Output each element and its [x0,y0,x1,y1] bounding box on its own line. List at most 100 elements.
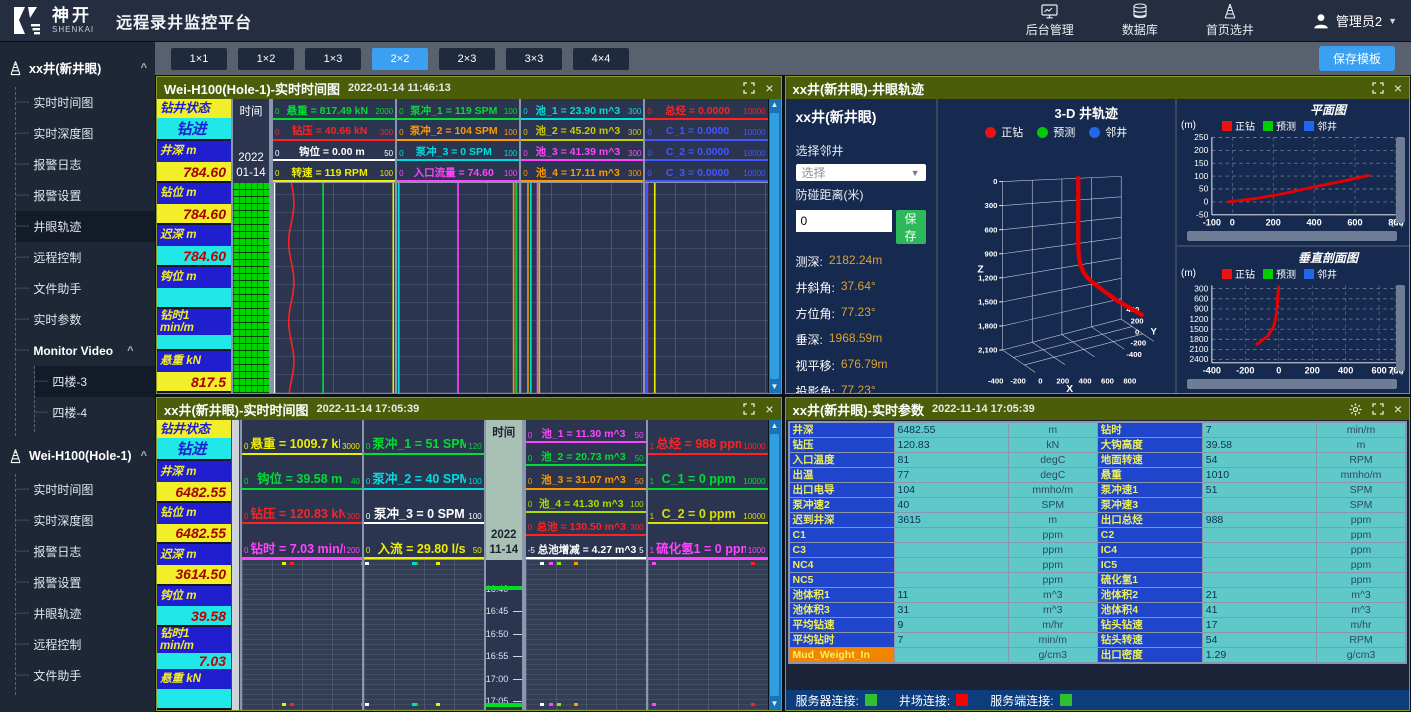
layout-button-1×1[interactable]: 1×1 [171,48,227,70]
expand-icon[interactable] [1372,403,1384,415]
scroll-up-icon[interactable]: ▲ [771,99,779,111]
bl-side-strip[interactable] [231,420,240,710]
svg-text:600: 600 [1194,294,1209,304]
param-unit-cell: ppm [1317,513,1405,527]
curve-name-value: 池_3 = 31.07 m^3 [534,474,633,486]
scroll-down-icon[interactable]: ▼ [771,698,779,710]
scroll-down-icon[interactable]: ▼ [771,381,779,393]
plan-horizontal-scrollbar[interactable] [1187,231,1397,241]
user-menu[interactable]: 管理员2 ▼ [1312,11,1397,30]
sidebar-item[interactable]: ----实时时间图 [16,87,155,118]
param-unit-cell: ppm [1317,543,1405,557]
sidebar-item[interactable]: ----四楼-3 [35,366,155,397]
param-value: 钻进 [157,118,231,139]
track-chart-area [397,183,519,393]
sidebar-item[interactable]: ----文件助手 [16,660,155,691]
save-button[interactable]: 保存 [896,210,926,244]
curve-name-value: 入口流量 = 74.60 [406,167,502,179]
legend-label: 正钻 [1235,266,1255,281]
layout-button-1×2[interactable]: 1×2 [238,48,294,70]
sidebar-item[interactable]: ----文件助手 [16,273,155,304]
layout-button-2×2[interactable]: 2×2 [372,48,428,70]
svg-text:600: 600 [984,225,997,234]
expand-icon[interactable] [743,82,755,94]
close-icon[interactable]: × [765,402,773,416]
param-name-cell: 出温 [790,468,894,482]
sidebar-item[interactable]: ----井眼轨迹 [16,211,155,242]
well-header[interactable]: xx井(新井眼)^ [0,46,155,87]
sidebar-item[interactable]: ----报警日志 [16,536,155,567]
chart-track: 0悬重 = 1009.7 kN30000钩位 = 39.58 m400钻压 = … [240,420,362,710]
scroll-up-icon[interactable]: ▲ [771,420,779,432]
nav-item-home-wells[interactable]: 首页选井 [1206,3,1254,38]
curve-name-value: 泵冲_3 = 0 SPM [372,507,466,521]
lag-marker [486,703,522,707]
sidebar-item[interactable]: ----远程控制 [16,242,155,273]
sidebar-item[interactable]: ----实时时间图 [16,474,155,505]
sidebar-item[interactable]: ----井眼轨迹 [16,598,155,629]
track-curve-labels: 0池_1 = 23.90 m^33000池_2 = 45.20 m^33000池… [521,99,643,183]
curve-max: 50 [635,431,644,441]
well-header[interactable]: Wei-H100(Hole-1)^ [0,436,155,474]
data-dot [549,703,553,706]
connection-label: 服务器连接: [796,692,859,709]
layout-button-3×3[interactable]: 3×3 [506,48,562,70]
curve-min: 1 [650,442,654,452]
curve-min: 0 [528,477,532,487]
svg-text:X: X [1066,384,1073,393]
layout-button-4×4[interactable]: 4×4 [573,48,629,70]
sidebar-item[interactable]: ----实时深度图 [16,505,155,536]
time-tick [513,679,522,680]
sidebar-item[interactable]: ----实时深度图 [16,118,155,149]
param-unit-cell: mmho/m [1009,483,1097,497]
legend-item: 预测 [1263,266,1296,281]
chevron-down-icon: ▼ [911,168,920,178]
offset-well-select[interactable]: 选择 ▼ [796,164,926,181]
param-unit-cell: m/hr [1009,618,1097,632]
stat-value: 77.23° [841,383,876,393]
curve-name-value: 悬重 = 817.49 kN [281,105,373,117]
sidebar-item[interactable]: ----远程控制 [16,629,155,660]
sidebar-item[interactable]: ----报警设置 [16,567,155,598]
expand-icon[interactable] [1372,82,1384,94]
close-icon[interactable]: × [1394,81,1402,95]
tree-dash: ---- [16,515,29,526]
param-unit-cell: kN [1009,438,1097,452]
data-dot [557,562,561,565]
svg-text:0: 0 [1230,218,1235,228]
curve-min: 0 [366,477,370,487]
param-unit-cell: m^3 [1317,588,1405,602]
track-curve-labels: 0悬重 = 817.49 kN20000钻压 = 40.66 kN3000钩位 … [273,99,395,183]
sidebar-item[interactable]: ----报警设置 [16,180,155,211]
layout-button-2×3[interactable]: 2×3 [439,48,495,70]
curve-max: 300 [347,512,360,522]
curve-max: 3000 [342,442,360,452]
close-icon[interactable]: × [1394,402,1402,416]
curve-label: 0钩位 = 39.58 m40 [242,455,362,490]
nav-item-admin[interactable]: 后台管理 [1026,4,1074,38]
sidebar-item[interactable]: ----Monitor Video^ [16,335,155,366]
bl-vertical-scrollbar[interactable]: ▲▼ [768,420,781,710]
legend-item: 正钻 [1222,118,1255,133]
curve-name-value: 钻时 = 7.03 min/m [250,542,344,556]
tl-vertical-scrollbar[interactable]: ▲▼ [768,99,781,393]
save-template-button[interactable]: 保存模板 [1319,46,1395,71]
nav-item-database[interactable]: 数据库 [1122,3,1158,38]
svg-text:400: 400 [1306,218,1321,228]
sidebar-item[interactable]: ----报警日志 [16,149,155,180]
section-vertical-scrollbar[interactable] [1396,285,1405,371]
section-horizontal-scrollbar[interactable] [1187,379,1397,389]
anti-collision-distance-input[interactable] [796,210,892,232]
curve-label: 0泵冲_1 = 51 SPM120 [364,420,484,455]
sidebar-item[interactable]: ----实时参数 [16,304,155,335]
svg-text:0: 0 [1134,328,1138,337]
sidebar-item[interactable]: ----四楼-4 [35,397,155,428]
layout-button-1×3[interactable]: 1×3 [305,48,361,70]
expand-icon[interactable] [743,403,755,415]
gear-icon[interactable] [1349,403,1362,416]
data-dot [751,703,755,706]
plan-vertical-scrollbar[interactable] [1396,137,1405,223]
tree-dash: ---- [16,345,29,356]
trajectory-stat-row: 视平移:676.79m [796,357,926,374]
close-icon[interactable]: × [765,81,773,95]
